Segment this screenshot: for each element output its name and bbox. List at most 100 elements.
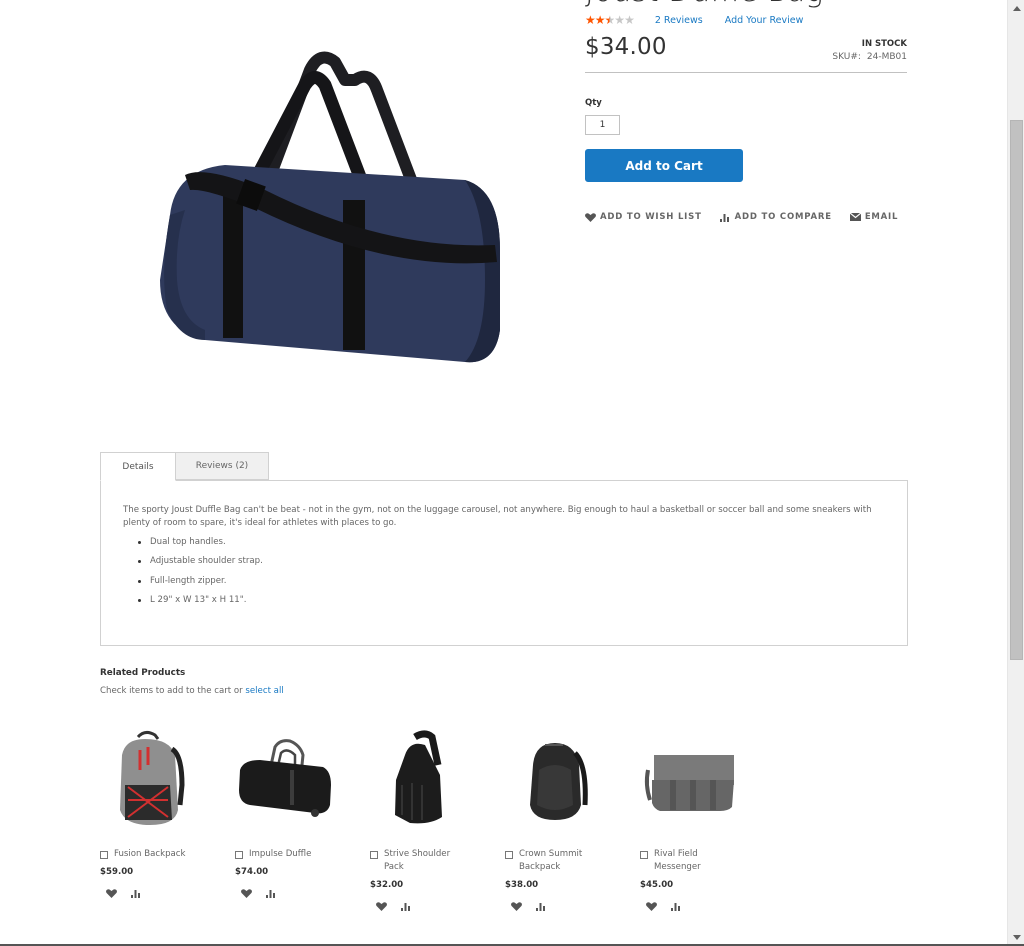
bar-chart-icon (401, 903, 410, 911)
bar-chart-icon (266, 890, 275, 898)
product-actions (370, 902, 505, 911)
add-to-compare-button[interactable] (131, 889, 142, 898)
heart-icon (376, 902, 387, 911)
divider (585, 72, 907, 73)
product-name-row: Impulse Duffle (235, 848, 330, 861)
add-to-wishlist-button[interactable] (106, 889, 117, 898)
triangle-up-icon (1012, 6, 1021, 11)
related-products-hint: Check items to add to the cart or select… (100, 686, 284, 696)
add-to-wishlist-button[interactable] (241, 889, 252, 898)
qty-input[interactable] (585, 115, 620, 135)
add-to-compare-button[interactable] (401, 902, 412, 911)
scrollbar-thumb[interactable] (1010, 120, 1023, 660)
star-empty-icon: ★ (614, 13, 625, 27)
heart-icon (646, 902, 657, 911)
bag-strap-1 (223, 190, 243, 338)
add-review-link[interactable]: Add Your Review (725, 15, 804, 26)
sku-label: SKU#: (832, 52, 861, 62)
details-panel: The sporty Joust Duffle Bag can't be bea… (100, 480, 908, 646)
qty-label: Qty (585, 98, 602, 108)
product-price: $74.00 (235, 867, 269, 877)
product-page: Joust Duffle Bag ★ ★ ★ ★ ★ 2 Reviews Add… (0, 0, 1007, 946)
product-name[interactable]: Rival Field Messenger (654, 848, 735, 874)
compare-label: ADD TO COMPARE (734, 212, 832, 222)
product-checkbox[interactable] (640, 851, 648, 859)
add-to-wishlist-button[interactable] (646, 902, 657, 911)
add-to-compare-link[interactable]: ADD TO COMPARE (719, 212, 832, 222)
email-link[interactable]: EMAIL (849, 212, 899, 222)
star-half-icon: ★ (604, 13, 616, 27)
vertical-scrollbar[interactable] (1007, 0, 1024, 946)
bar-chart-icon (671, 903, 680, 911)
product-name[interactable]: Crown Summit Backpack (519, 848, 600, 874)
related-product-card: Crown Summit Backpack $38.00 (505, 725, 640, 911)
product-image-rival-field-messenger[interactable] (640, 725, 740, 835)
select-all-link[interactable]: select all (245, 686, 283, 696)
related-product-card: Impulse Duffle $74.00 (235, 725, 370, 911)
add-to-compare-button[interactable] (266, 889, 277, 898)
product-image-fusion-backpack[interactable] (100, 725, 200, 835)
scroll-up-button[interactable] (1008, 0, 1024, 17)
tab-list: Details Reviews (2) (100, 452, 908, 481)
product-image-strive-shoulder-pack[interactable] (370, 725, 470, 835)
product-actions (235, 889, 370, 898)
product-actions (640, 902, 775, 911)
feature-item: Adjustable shoulder strap. (138, 555, 885, 568)
feature-item: Full-length zipper. (138, 575, 885, 588)
tab-details[interactable]: Details (100, 452, 176, 481)
heart-icon (511, 902, 522, 911)
bar-chart-icon (536, 903, 545, 911)
product-actions (100, 889, 235, 898)
reviews-link[interactable]: 2 Reviews (655, 15, 703, 26)
add-to-wishlist-link[interactable]: ADD TO WISH LIST (585, 212, 702, 222)
product-image-crown-summit-backpack[interactable] (505, 725, 605, 835)
product-name[interactable]: Strive Shoulder Pack (384, 848, 465, 874)
product-name[interactable]: Fusion Backpack (114, 848, 186, 861)
product-name-row: Strive Shoulder Pack (370, 848, 465, 874)
product-price: $45.00 (640, 880, 674, 890)
star-icon: ★ (585, 13, 596, 27)
product-title: Joust Duffle Bag (585, 0, 823, 9)
hint-text: Check items to add to the cart or (100, 686, 246, 696)
product-checkbox[interactable] (505, 851, 513, 859)
envelope-icon (849, 213, 861, 221)
product-image-impulse-duffle[interactable] (235, 725, 335, 835)
bag-body (160, 165, 500, 363)
add-to-wishlist-button[interactable] (376, 902, 387, 911)
wishlist-label: ADD TO WISH LIST (600, 212, 702, 222)
star-empty-icon: ★ (624, 13, 635, 27)
product-social-actions: ADD TO WISH LIST ADD TO COMPARE EMAIL (585, 212, 916, 222)
sku-value: 24-MB01 (866, 52, 907, 62)
product-actions (505, 902, 640, 911)
product-rating: ★ ★ ★ ★ ★ 2 Reviews Add Your Review (585, 13, 803, 27)
main-product-image[interactable] (145, 40, 515, 380)
product-price: $34.00 (585, 34, 667, 60)
related-product-card: Rival Field Messenger $45.00 (640, 725, 775, 911)
product-name-row: Crown Summit Backpack (505, 848, 600, 874)
add-to-compare-button[interactable] (671, 902, 682, 911)
product-checkbox[interactable] (235, 851, 243, 859)
product-description: The sporty Joust Duffle Bag can't be bea… (123, 505, 872, 528)
product-name-row: Rival Field Messenger (640, 848, 735, 874)
product-name[interactable]: Impulse Duffle (249, 848, 311, 861)
product-checkbox[interactable] (370, 851, 378, 859)
product-sku: SKU#: 24-MB01 (832, 52, 907, 62)
bag-strap-2 (343, 200, 365, 350)
related-products-list: Fusion Backpack $59.00 Impulse Duffle $7… (100, 725, 775, 911)
feature-item: L 29" x W 13" x H 11". (138, 594, 885, 607)
star-icon: ★ (594, 13, 606, 27)
tab-reviews[interactable]: Reviews (2) (175, 452, 269, 480)
add-to-compare-button[interactable] (536, 902, 547, 911)
feature-item: Dual top handles. (138, 536, 885, 549)
product-checkbox[interactable] (100, 851, 108, 859)
product-price: $32.00 (370, 880, 404, 890)
related-product-card: Strive Shoulder Pack $32.00 (370, 725, 505, 911)
email-label: EMAIL (864, 212, 899, 222)
heart-icon (106, 889, 117, 898)
product-price: $59.00 (100, 867, 134, 877)
add-to-cart-button[interactable]: Add to Cart (585, 149, 743, 182)
related-products-title: Related Products (100, 668, 186, 678)
triangle-down-icon (1012, 935, 1021, 940)
product-info-tabs: Details Reviews (2) The sporty Joust Duf… (100, 452, 908, 646)
add-to-wishlist-button[interactable] (511, 902, 522, 911)
